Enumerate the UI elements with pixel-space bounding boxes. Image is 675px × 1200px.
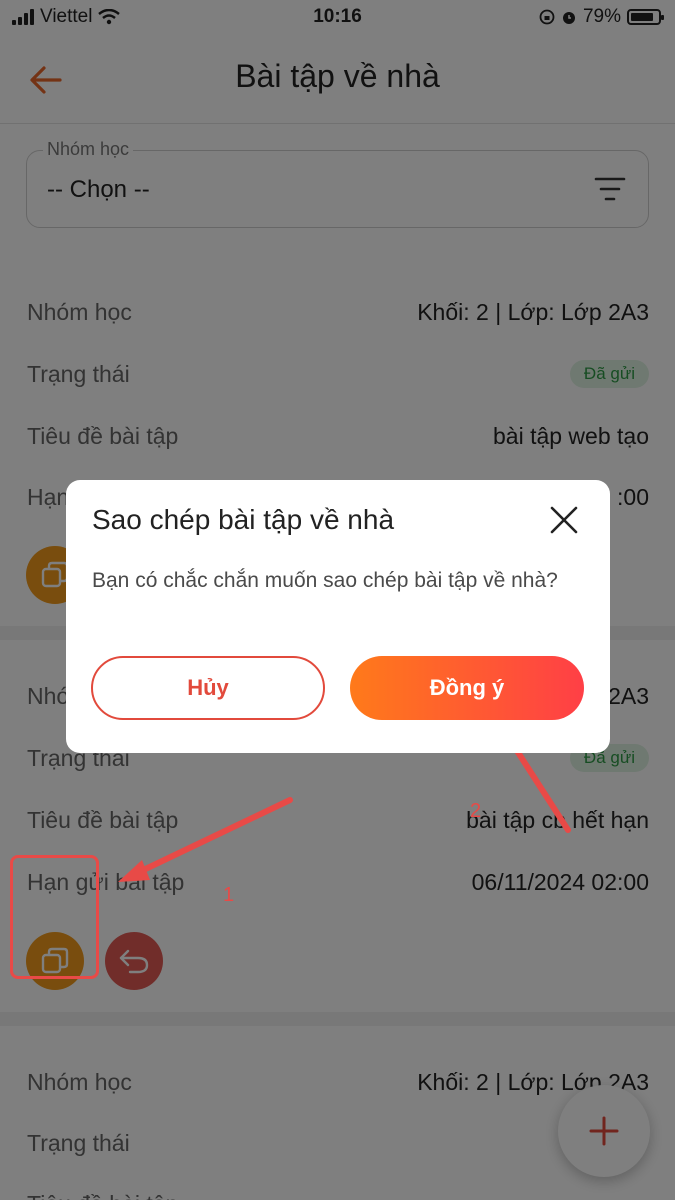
cancel-button[interactable]: Hủy — [91, 656, 325, 720]
dialog-title: Sao chép bài tập về nhà — [92, 504, 395, 535]
confirm-button[interactable]: Đồng ý — [350, 656, 584, 720]
copy-homework-dialog: Sao chép bài tập về nhà Bạn có chắc chắn… — [66, 480, 610, 753]
close-icon[interactable] — [544, 500, 584, 540]
dialog-message: Bạn có chắc chắn muốn sao chép bài tập v… — [92, 569, 558, 592]
